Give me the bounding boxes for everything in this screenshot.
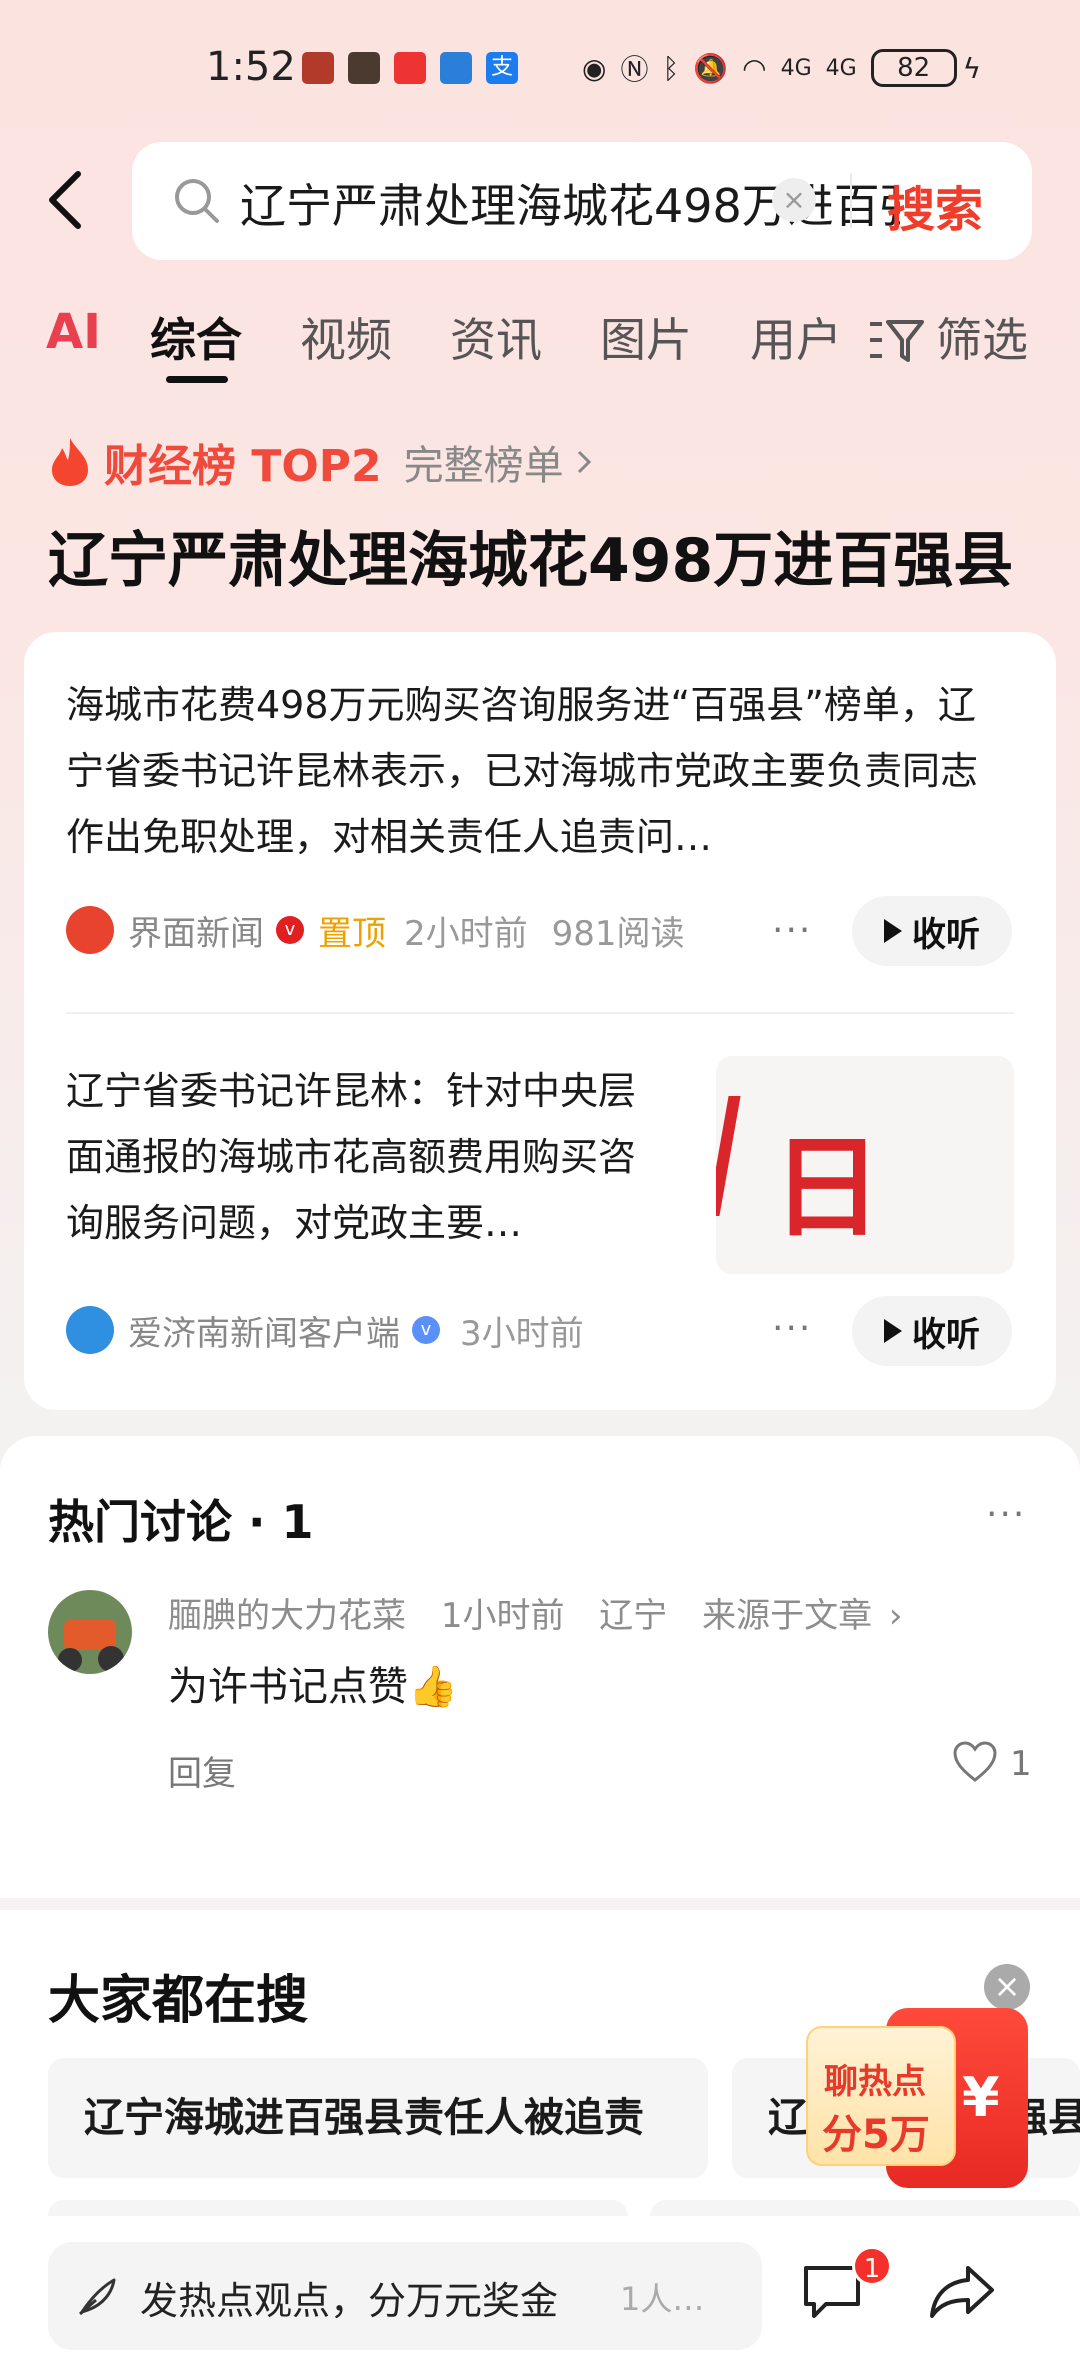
news-item-2-text[interactable]: 辽宁省委书记许昆林：针对中央层面通报的海城市花高额费用购买咨询服务问题，对党政主… <box>66 1058 666 1256</box>
search-divider <box>850 174 852 228</box>
news-time: 2小时前 <box>404 913 528 954</box>
listen-button[interactable]: 收听 <box>852 1296 1012 1366</box>
card-divider <box>66 1012 1014 1014</box>
more-options-icon[interactable]: ··· <box>772 1308 812 1349</box>
active-tab-indicator <box>166 376 228 383</box>
promo-line-1: 聊热点 <box>824 2062 926 2102</box>
search-icon <box>175 179 219 223</box>
mute-icon: 🔕 <box>693 51 729 85</box>
charging-icon: ϟ <box>962 51 982 85</box>
source-logo-icon <box>66 1306 114 1354</box>
verified-icon: v <box>412 1316 440 1344</box>
avatar-wheel <box>98 1646 124 1672</box>
verified-icon: v <box>276 916 304 944</box>
source-name[interactable]: 界面新闻 <box>128 906 264 955</box>
share-icon[interactable] <box>928 2262 996 2322</box>
page-title: 辽宁严肃处理海城花498万进百强县 <box>48 526 1014 596</box>
app-notification-icon <box>302 52 334 84</box>
tab-filter[interactable]: 筛选 <box>936 304 1028 370</box>
status-indicators: ◉ Ⓝ ᛒ 🔕 ◠ 4G 4G 82 ϟ <box>582 48 995 88</box>
clear-icon[interactable]: × <box>772 178 816 222</box>
avatar[interactable] <box>48 1590 132 1674</box>
flame-icon <box>52 438 88 486</box>
promo-close-icon[interactable]: × <box>984 1964 1030 2010</box>
result-tabs: AI 综合 视频 资讯 图片 用户 筛选 <box>0 290 1080 400</box>
promo-card: 聊热点 分5万 <box>806 2026 956 2166</box>
play-icon <box>884 919 902 943</box>
chevron-right-icon <box>577 450 591 474</box>
comment-source-link[interactable]: 来源于文章 <box>702 1596 872 1636</box>
tab-images[interactable]: 图片 <box>600 304 692 370</box>
comment-user[interactable]: 腼腆的大力花菜 <box>168 1596 406 1636</box>
eye-icon: ◉ <box>582 51 607 85</box>
news-item-1-text[interactable]: 海城市花费498万元购买咨询服务进“百强县”榜单，辽宁省委书记许昆林表示，已对海… <box>66 672 1006 870</box>
signal-4g-icon: 4G <box>780 55 812 81</box>
tab-ai[interactable]: AI <box>46 304 101 360</box>
comment-text: 为许书记点赞👍 <box>168 1664 458 1710</box>
comment-location: 辽宁 <box>599 1596 668 1636</box>
app-notification-icon <box>394 52 426 84</box>
comment-count-badge: 1 <box>852 2246 892 2286</box>
yen-icon: ¥ <box>962 2066 1000 2129</box>
filter-icon[interactable] <box>868 316 924 366</box>
like-count: 1 <box>1010 1744 1032 1784</box>
search-suggestion-chip[interactable]: 辽宁海城进百强县责任人被追责 <box>48 2058 708 2178</box>
news-item-2-meta: 爱济南新闻客户端 v 3小时前 <box>66 1300 584 1360</box>
pinned-badge: 置顶 <box>318 913 386 954</box>
promo-float[interactable]: ¥ 聊热点 分5万 <box>806 2008 1028 2188</box>
tab-video[interactable]: 视频 <box>300 304 392 370</box>
like-heart-icon[interactable] <box>952 1740 998 1784</box>
source-logo-icon <box>66 906 114 954</box>
listen-button[interactable]: 收听 <box>852 896 1012 966</box>
promo-line-2: 分5万 <box>822 2112 930 2158</box>
avatar-wheel <box>58 1648 82 1672</box>
search-box[interactable]: 辽宁严肃处理海城花498万进百强县 × 搜索 <box>132 142 1032 260</box>
news-item-1-meta: 界面新闻 v 置顶 2小时前 981阅读 <box>66 900 685 960</box>
battery-icon: 82 <box>870 49 957 87</box>
alipay-icon: 支 <box>486 52 518 84</box>
pen-icon <box>79 2278 116 2316</box>
full-rank-link[interactable]: 完整榜单 <box>404 433 564 491</box>
play-icon <box>884 1319 902 1343</box>
read-count: 981阅读 <box>551 913 685 954</box>
app-notification-icon <box>440 52 472 84</box>
discussion-title: 热门讨论 · 1 <box>48 1495 314 1549</box>
more-options-icon[interactable]: ··· <box>772 910 812 951</box>
chevron-right-icon: › <box>888 1596 903 1636</box>
compose-opinion-input[interactable]: 发热点观点，分万元奖金 1人… <box>48 2242 762 2350</box>
tab-comprehensive[interactable]: 综合 <box>150 304 242 370</box>
thumb-stroke <box>716 1096 741 1216</box>
back-arrow-icon[interactable] <box>44 168 88 232</box>
tab-news[interactable]: 资讯 <box>450 304 542 370</box>
news-time: 3小时前 <box>460 1313 584 1354</box>
search-button[interactable]: 搜索 <box>887 170 983 240</box>
wifi-icon: ◠ <box>742 51 767 85</box>
discussion-more-icon[interactable]: ··· <box>986 1494 1026 1535</box>
comment-meta: 腼腆的大力花菜 1小时前 辽宁 来源于文章 › <box>168 1588 903 1637</box>
listen-label: 收听 <box>912 914 980 955</box>
tab-users[interactable]: 用户 <box>750 304 842 370</box>
status-bar: 1:52 支 ◉ Ⓝ ᛒ 🔕 ◠ 4G 4G 82 ϟ <box>0 0 1080 140</box>
hot-rank-label[interactable]: 财经榜 TOP2 完整榜单 <box>48 432 594 492</box>
compose-placeholder: 发热点观点，分万元奖金 <box>140 2279 559 2323</box>
comment-time: 1小时前 <box>440 1596 565 1636</box>
signal-4g-icon-2: 4G <box>825 55 857 81</box>
reply-button[interactable]: 回复 <box>168 1746 236 1795</box>
news-thumbnail[interactable]: 日報 <box>716 1056 1014 1274</box>
nfc-icon: Ⓝ <box>620 53 649 86</box>
app-notification-icon <box>348 52 380 84</box>
participant-count: 1人… <box>620 2280 705 2318</box>
status-time: 1:52 <box>206 44 296 90</box>
thumb-text: 日報 <box>772 1123 894 1252</box>
listen-label: 收听 <box>912 1314 980 1355</box>
bluetooth-icon: ᛒ <box>662 51 680 85</box>
rank-title: 财经榜 TOP2 <box>104 441 382 492</box>
everyone-search-title: 大家都在搜 <box>48 1971 309 2031</box>
source-name[interactable]: 爱济南新闻客户端 <box>128 1306 400 1355</box>
